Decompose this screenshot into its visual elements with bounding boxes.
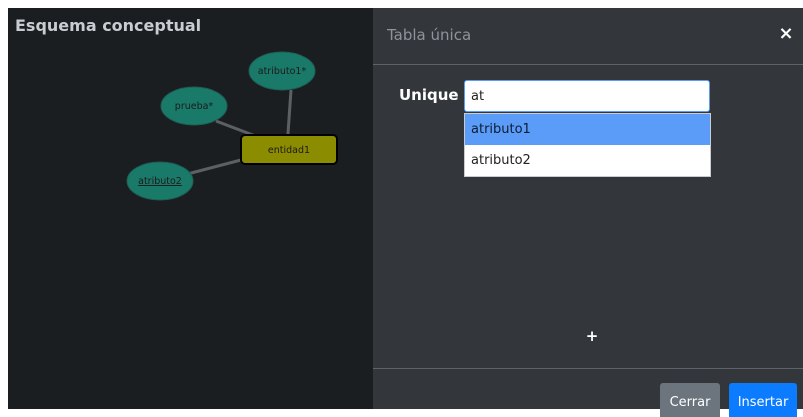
- dropdown-option-atributo1[interactable]: atributo1: [465, 114, 710, 145]
- attribute-label: prueba*: [175, 101, 214, 112]
- unique-label: Unique: [399, 86, 459, 104]
- add-button[interactable]: +: [584, 326, 600, 346]
- attribute-node-atributo2[interactable]: atributo2: [126, 161, 194, 201]
- modal-title: Tabla única: [387, 26, 472, 44]
- attribute-label: atributo2: [138, 176, 182, 187]
- er-diagram: atributo1* prueba* atributo2 entidad1: [126, 51, 338, 201]
- attribute-node-prueba[interactable]: prueba*: [160, 86, 228, 126]
- entity-label: entidad1: [268, 145, 310, 156]
- attribute-node-atributo1[interactable]: atributo1*: [248, 51, 316, 91]
- modal-header: Tabla única ×: [373, 8, 803, 65]
- autocomplete-dropdown: atributo1 atributo2: [464, 113, 711, 177]
- entity-node-entidad1[interactable]: entidad1: [240, 134, 338, 165]
- attribute-label: atributo1*: [258, 66, 307, 77]
- unique-table-modal: Tabla única × Unique atributo1 atributo2…: [373, 8, 803, 417]
- insert-button[interactable]: Insertar: [729, 383, 797, 417]
- footer-divider: [373, 368, 803, 369]
- close-button[interactable]: Cerrar: [660, 383, 720, 417]
- conceptual-schema-panel: Esquema conceptual atributo1* prueba* at…: [8, 8, 374, 409]
- close-icon[interactable]: ×: [777, 24, 795, 44]
- dropdown-option-atributo2[interactable]: atributo2: [465, 145, 710, 176]
- unique-input[interactable]: [464, 80, 710, 112]
